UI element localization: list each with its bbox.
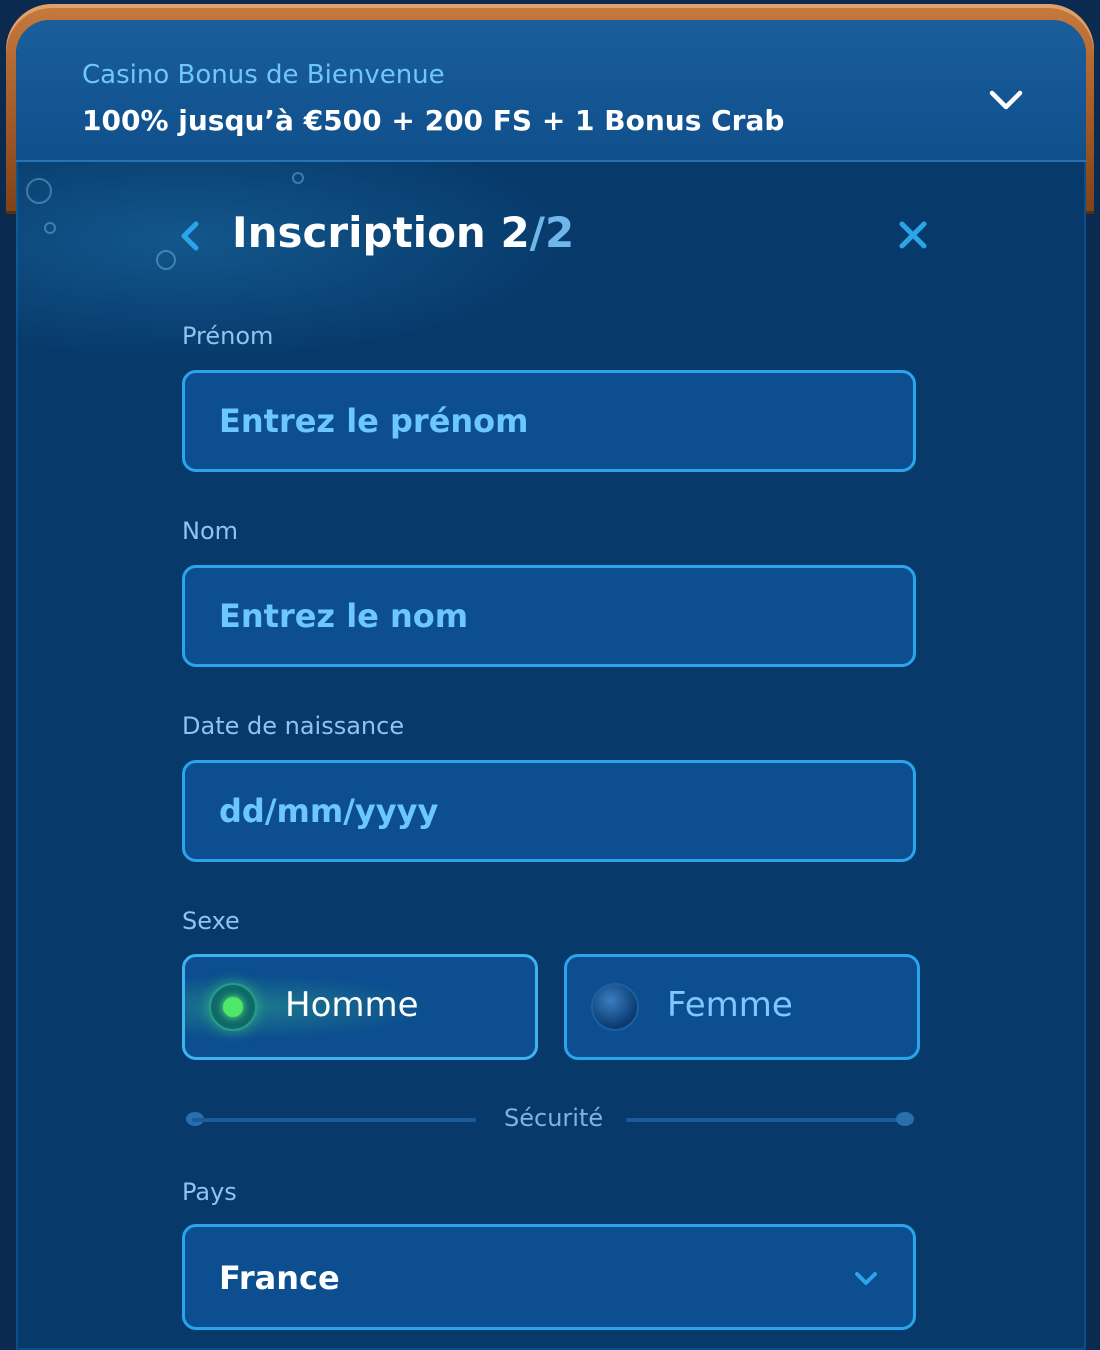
- page-title: Inscription 2/2: [232, 208, 574, 257]
- radio-unselected-icon: [591, 983, 639, 1031]
- bonus-headline: 100% jusqu’à €500 + 200 FS + 1 Bonus Cra…: [82, 104, 785, 137]
- radio-dot: [223, 997, 243, 1017]
- gender-option-label: Homme: [285, 985, 419, 1025]
- gender-option-male[interactable]: Homme: [182, 954, 538, 1060]
- close-icon: [899, 221, 927, 249]
- radio-selected-icon: [209, 983, 257, 1031]
- birth-date-input[interactable]: dd/mm/yyyy: [182, 760, 916, 862]
- registration-panel: Casino Bonus de Bienvenue 100% jusqu’à €…: [16, 20, 1086, 1350]
- gender-option-label: Femme: [667, 985, 793, 1025]
- country-label: Pays: [182, 1178, 237, 1206]
- gender-option-female[interactable]: Femme: [564, 954, 920, 1060]
- birth-date-label: Date de naissance: [182, 712, 405, 740]
- title-step: Inscription 2: [232, 208, 530, 257]
- chevron-down-icon: [853, 1265, 879, 1291]
- close-button[interactable]: [896, 218, 930, 252]
- chevron-down-icon[interactable]: [988, 82, 1024, 118]
- country-value: France: [219, 1259, 340, 1297]
- form-header: Inscription 2/2: [16, 200, 1086, 270]
- first-name-input[interactable]: Entrez le prénom: [182, 370, 916, 472]
- last-name-input[interactable]: Entrez le nom: [182, 565, 916, 667]
- first-name-label: Prénom: [182, 322, 274, 350]
- bonus-subtitle: Casino Bonus de Bienvenue: [82, 60, 445, 90]
- welcome-bonus-banner[interactable]: Casino Bonus de Bienvenue 100% jusqu’à €…: [16, 20, 1086, 162]
- gender-label: Sexe: [182, 907, 240, 935]
- divider-line-right: [626, 1118, 910, 1122]
- bubble-decoration: [292, 172, 304, 184]
- title-step-total: /2: [529, 208, 575, 257]
- divider-line-left: [192, 1118, 476, 1122]
- back-button[interactable]: [176, 216, 206, 256]
- country-select[interactable]: France: [182, 1224, 916, 1330]
- last-name-label: Nom: [182, 517, 239, 545]
- divider-cap-right: [896, 1112, 914, 1126]
- chevron-left-icon: [181, 221, 199, 251]
- section-divider-security: Sécurité: [504, 1104, 604, 1132]
